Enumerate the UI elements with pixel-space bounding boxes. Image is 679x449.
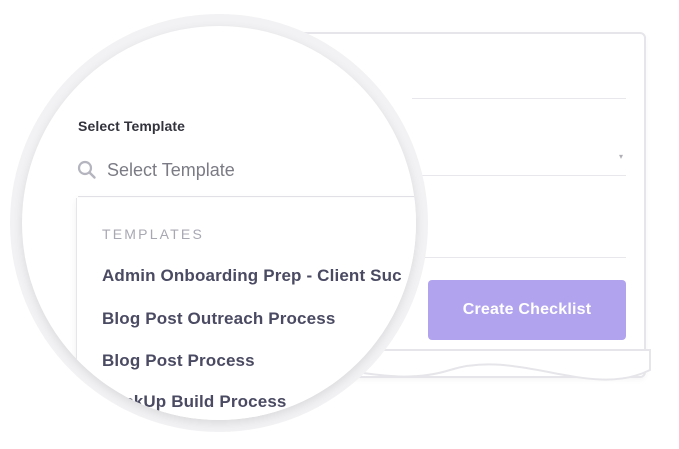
select-template-label: Select Template [78, 118, 186, 134]
template-option[interactable]: Blog Post Outreach Process [102, 309, 335, 329]
card-field-divider [412, 98, 626, 99]
caret-down-icon[interactable]: ▾ [619, 152, 623, 161]
card-field-divider [412, 175, 626, 176]
templates-section-header: TEMPLATES [102, 226, 205, 242]
template-search-input[interactable] [107, 158, 407, 182]
card-field-divider [412, 257, 626, 258]
template-option[interactable]: ClickUp Build Process [102, 392, 287, 412]
magnifier-lens: Select Template TEMPLATES Admin Onboardi… [22, 26, 416, 420]
search-underline [78, 196, 416, 197]
template-option[interactable]: Admin Onboarding Prep - Client Suc [102, 266, 402, 286]
chevron-right-icon: › [392, 316, 396, 330]
create-checklist-button[interactable]: Create Checklist [428, 280, 626, 340]
template-option[interactable]: Blog Post Process [102, 351, 255, 371]
search-icon [77, 160, 96, 179]
